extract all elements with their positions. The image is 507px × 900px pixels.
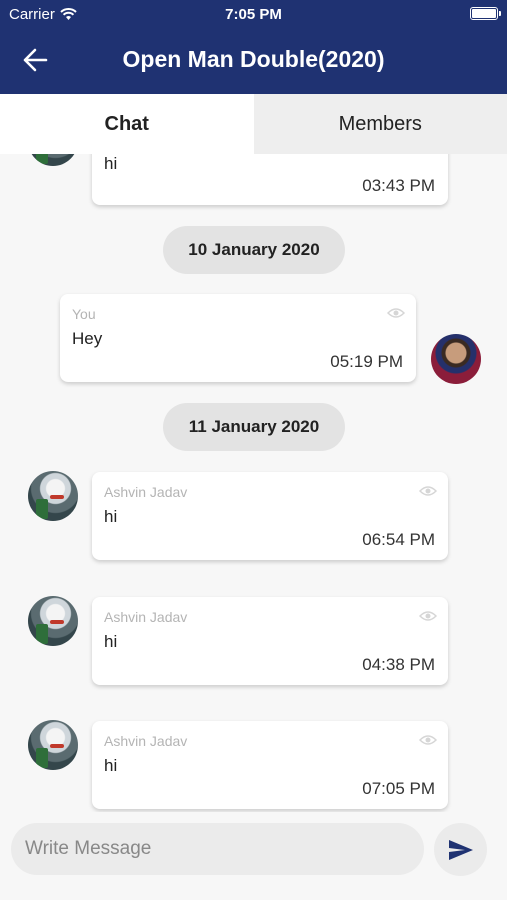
message-text: hi	[104, 756, 118, 775]
message-composer	[0, 812, 507, 900]
avatar	[28, 471, 78, 521]
message-sender: Ashvin Jadav	[104, 733, 188, 749]
status-bar: Carrier 7:05 PM	[0, 0, 507, 28]
message-sender: Ashvin Jadav	[104, 484, 188, 500]
message-text: Hey	[72, 329, 103, 348]
message-bubble: You Hey 05:19 PM	[60, 294, 416, 382]
message-text: hi	[104, 507, 118, 526]
eye-icon	[387, 308, 405, 318]
message-text: hi	[104, 154, 118, 173]
tab-bar: Chat Members	[0, 94, 507, 154]
message-time: 07:05 PM	[362, 779, 435, 798]
tab-chat[interactable]: Chat	[0, 94, 254, 154]
chat-list[interactable]: hi 03:43 PM 10 January 2020 You Hey 05:1…	[0, 154, 507, 812]
eye-icon	[419, 611, 437, 621]
avatar	[28, 154, 78, 166]
app-bar: Carrier 7:05 PM Open Man Double(2020)	[0, 0, 507, 94]
message-sender: You	[72, 306, 96, 322]
avatar	[28, 720, 78, 770]
message-sender: Ashvin Jadav	[104, 609, 188, 625]
message-time: 06:54 PM	[362, 530, 435, 549]
page-title: Open Man Double(2020)	[122, 46, 385, 72]
message-time: 05:19 PM	[330, 352, 403, 371]
send-button[interactable]	[434, 823, 487, 876]
avatar	[28, 596, 78, 646]
message-text: hi	[104, 632, 118, 651]
status-time: 7:05 PM	[225, 6, 282, 23]
message-bubble: Ashvin Jadav hi 06:54 PM	[92, 472, 448, 560]
battery-icon	[470, 7, 501, 20]
date-separator: 10 January 2020	[163, 226, 345, 274]
avatar	[431, 334, 481, 384]
message-bubble: hi 03:43 PM	[92, 154, 448, 205]
send-icon	[448, 839, 473, 860]
date-separator: 11 January 2020	[163, 403, 345, 451]
tab-members[interactable]: Members	[253, 94, 507, 154]
eye-icon	[419, 486, 437, 496]
eye-icon	[419, 735, 437, 745]
message-time: 03:43 PM	[362, 176, 435, 195]
message-bubble: Ashvin Jadav hi 07:05 PM	[92, 721, 448, 809]
message-bubble: Ashvin Jadav hi 04:38 PM	[92, 597, 448, 685]
message-time: 04:38 PM	[362, 655, 435, 674]
message-input[interactable]	[11, 823, 424, 875]
